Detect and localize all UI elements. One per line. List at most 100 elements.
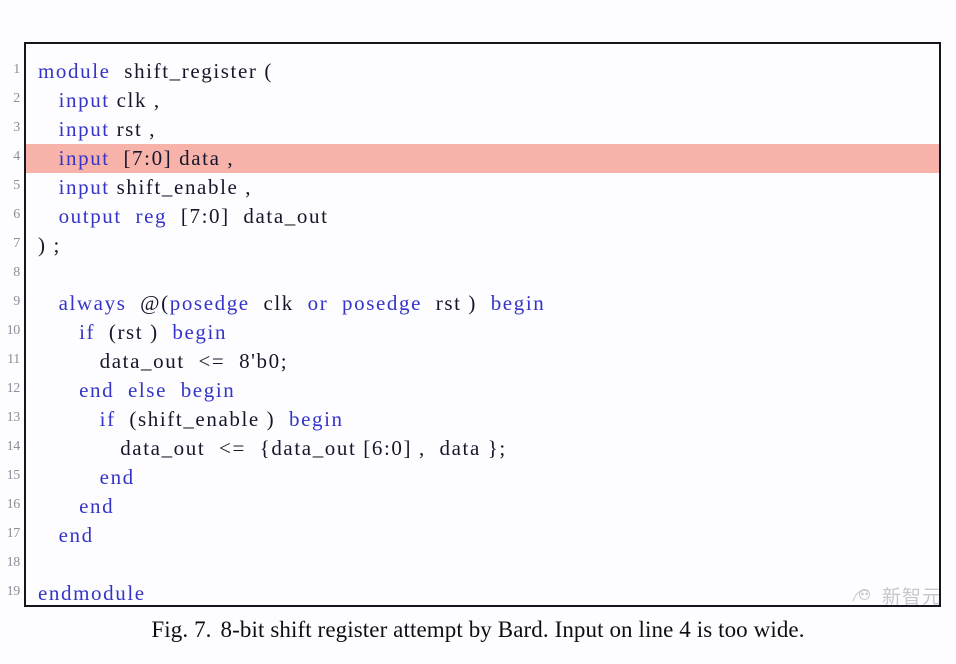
code-token: ) ; — [38, 233, 61, 257]
code-line: end — [26, 521, 939, 550]
code-token: clk , — [116, 88, 161, 112]
code-token: end — [58, 523, 94, 547]
code-token: 8'b0; — [239, 349, 289, 373]
code-line: end else begin — [26, 376, 939, 405]
code-token: begin — [490, 291, 546, 315]
code-token: clk — [263, 291, 294, 315]
code-token: end — [79, 494, 115, 518]
code-token: data_out — [99, 349, 185, 373]
code-token: else — [127, 378, 167, 402]
line-number: 4 — [13, 149, 20, 164]
code-token: input — [58, 88, 110, 112]
code-token: ) — [259, 407, 289, 431]
line-number: 15 — [6, 468, 21, 483]
code-token: [7:0] data_out — [180, 204, 329, 228]
line-number: 9 — [13, 294, 20, 309]
code-token: ) — [143, 320, 173, 344]
line-number: 19 — [6, 584, 21, 599]
code-line: data_out <= 8'b0; — [26, 347, 939, 376]
code-token: output — [58, 204, 122, 228]
code-token: input — [58, 175, 110, 199]
code-token: input — [58, 117, 110, 141]
line-number: 5 — [13, 178, 20, 193]
code-line: output reg [7:0] data_out — [26, 202, 939, 231]
line-number: 7 — [13, 236, 20, 251]
code-body: module shift_register ( input clk , inpu… — [26, 57, 939, 605]
code-token: begin — [288, 407, 344, 431]
figure-caption-label: Fig. 7. — [151, 617, 212, 642]
code-token: end — [99, 465, 135, 489]
code-token: always — [58, 291, 127, 315]
code-token: begin — [180, 378, 236, 402]
line-number-gutter: 1 2 3 4 5 6 7 8 9 10 11 12 13 14 15 16 17 18 19 — [0, 42, 24, 607]
line-number: 6 — [13, 207, 20, 222]
code-token: rst — [435, 291, 462, 315]
line-number: 8 — [13, 265, 20, 280]
code-token: module — [38, 59, 111, 83]
code-token: end — [79, 378, 115, 402]
code-token: data_out [6:0] , data — [271, 436, 481, 460]
code-token: { — [245, 436, 272, 460]
line-number: 13 — [6, 410, 21, 425]
code-token: ( — [257, 59, 273, 83]
code-token: }; — [480, 436, 507, 460]
code-token: endmodule — [38, 581, 146, 605]
line-number: 1 — [13, 62, 20, 77]
code-line: data_out <= {data_out [6:0] , data }; — [26, 434, 939, 463]
line-number: 18 — [6, 555, 21, 570]
code-line: module shift_register ( — [26, 57, 939, 86]
code-token: @( — [126, 291, 170, 315]
code-token: shift_register — [124, 59, 258, 83]
code-token: posedge — [342, 291, 423, 315]
line-number: 16 — [6, 497, 21, 512]
code-token: if — [99, 407, 116, 431]
code-token: or — [307, 291, 329, 315]
line-number: 11 — [7, 352, 20, 367]
code-token: if — [79, 320, 96, 344]
code-line: end — [26, 463, 939, 492]
line-number: 3 — [13, 120, 20, 135]
code-token: ( — [95, 320, 118, 344]
code-token: input — [58, 146, 110, 170]
line-number: 12 — [6, 381, 21, 396]
line-number: 17 — [6, 526, 21, 541]
code-token: shift_enable , — [116, 175, 253, 199]
code-line: end — [26, 492, 939, 521]
code-token: posedge — [169, 291, 250, 315]
figure-caption: Fig. 7. 8-bit shift register attempt by B… — [0, 617, 956, 643]
code-line-highlighted: input [7:0] data , — [26, 144, 939, 173]
line-number: 10 — [6, 323, 21, 338]
line-number: 2 — [13, 91, 20, 106]
code-token: begin — [172, 320, 228, 344]
code-line: endmodule — [26, 579, 939, 605]
code-line: always @(posedge clk or posedge rst ) be… — [26, 289, 939, 318]
line-number: 14 — [6, 439, 21, 454]
